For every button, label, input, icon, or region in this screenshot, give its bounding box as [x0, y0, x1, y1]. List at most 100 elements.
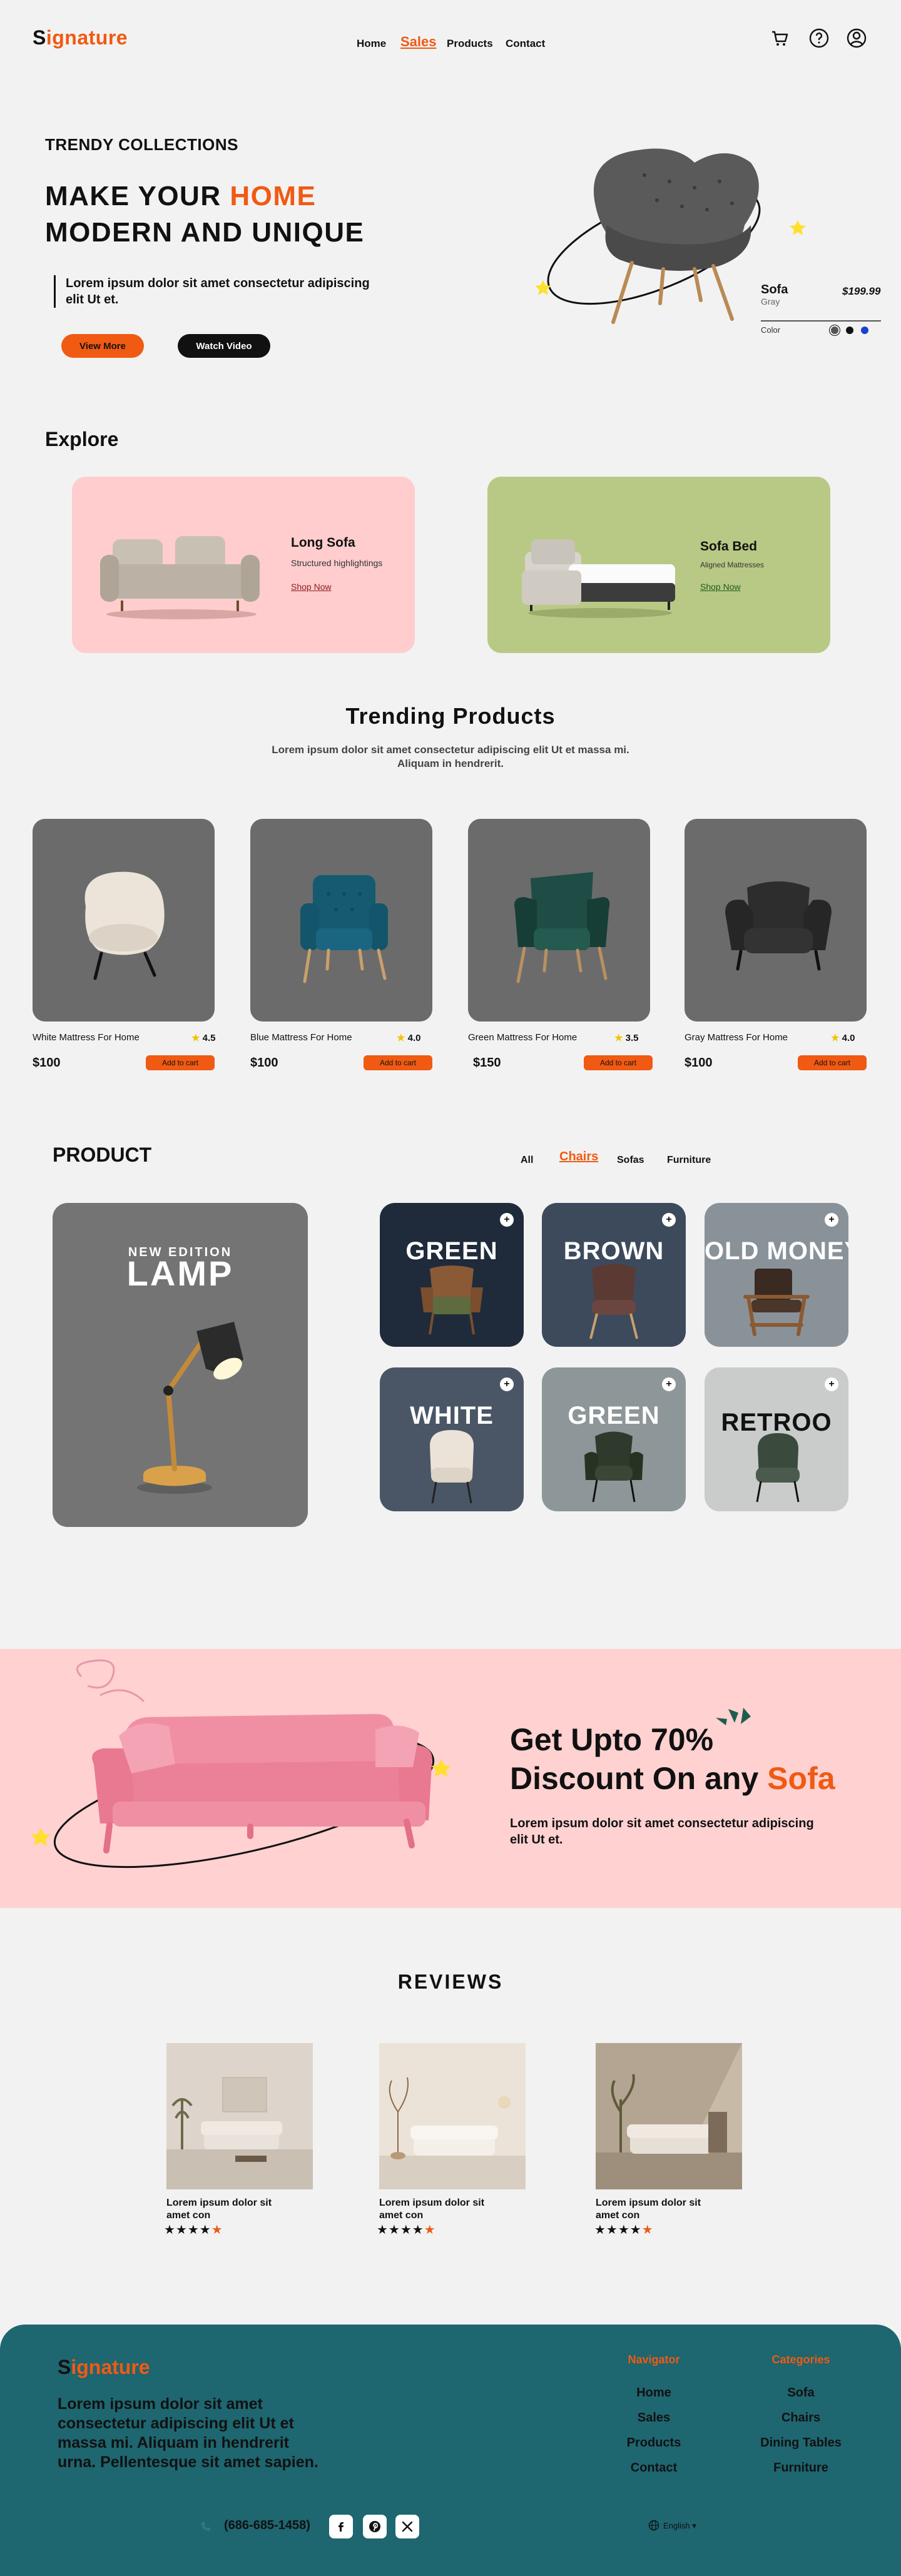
- add-to-cart-button[interactable]: Add to cart: [364, 1055, 432, 1070]
- add-icon[interactable]: +: [500, 1377, 514, 1391]
- feature-name: LAMP: [126, 1254, 234, 1293]
- explore-card-subtitle: Aligned Mattresses: [700, 560, 765, 569]
- logo-text: ignature: [71, 2356, 150, 2378]
- tab-furniture[interactable]: Furniture: [667, 1155, 711, 1166]
- logo[interactable]: Signature: [33, 26, 128, 49]
- review-text: Lorem ipsum dolor sit amet con: [166, 2198, 272, 2221]
- x-icon[interactable]: [395, 2515, 419, 2538]
- product-rating: ★ 4.0: [397, 1032, 420, 1043]
- footer-link-products[interactable]: Products: [613, 2436, 695, 2450]
- language-selector[interactable]: English ▾: [663, 2521, 696, 2531]
- long-sofa-image: [100, 536, 260, 619]
- add-icon[interactable]: +: [825, 1213, 838, 1227]
- chair-image: [584, 1431, 643, 1503]
- color-swatch-gray[interactable]: [831, 327, 838, 334]
- promo-title-line2: Discount On any: [510, 1761, 768, 1796]
- nav-contact[interactable]: Contact: [506, 38, 545, 50]
- product-name: Green Mattress For Home: [468, 1032, 578, 1043]
- tab-all[interactable]: All: [521, 1155, 533, 1166]
- add-to-cart-button[interactable]: Add to cart: [798, 1055, 867, 1070]
- sofa-bed-image: [522, 539, 675, 618]
- promo-description: Lorem ipsum dolor sit amet consectetur a…: [510, 1817, 814, 1847]
- rating-value: 3.5: [625, 1033, 639, 1043]
- color-swatch-black[interactable]: [846, 327, 853, 334]
- product-tile[interactable]: RETROO +: [705, 1367, 848, 1511]
- hero-kicker: TRENDY COLLECTIONS: [45, 135, 238, 154]
- white-chair-image: [84, 871, 165, 980]
- explore-card-sofa-bed[interactable]: Sofa Bed Aligned Mattresses Shop Now: [487, 477, 830, 653]
- nav-home[interactable]: Home: [357, 38, 386, 50]
- product-tile[interactable]: OLD MONEY +: [705, 1203, 848, 1347]
- chair-image: [756, 1433, 800, 1503]
- footer-link-home[interactable]: Home: [613, 2386, 695, 2400]
- star-icon: ★★★★: [377, 2223, 424, 2237]
- color-swatch-blue[interactable]: [861, 327, 868, 334]
- product-tile-label: WHITE: [410, 1402, 494, 1429]
- shop-now-link[interactable]: Shop Now: [291, 582, 332, 592]
- nav-sales[interactable]: Sales: [400, 34, 437, 50]
- product-tile[interactable]: WHITE +: [380, 1367, 524, 1511]
- product-tile[interactable]: GREEN +: [380, 1203, 524, 1347]
- add-icon[interactable]: +: [825, 1377, 838, 1391]
- add-icon[interactable]: +: [662, 1377, 676, 1391]
- facebook-icon[interactable]: [329, 2515, 353, 2538]
- pinterest-icon[interactable]: [363, 2515, 387, 2538]
- hero-title-line2: MODERN AND UNIQUE: [45, 217, 365, 248]
- star-icon: ★: [397, 1033, 405, 1043]
- footer-link-dining-tables[interactable]: Dining Tables: [751, 2436, 851, 2450]
- hero-product-price: $199.99: [842, 285, 881, 297]
- watch-video-button[interactable]: Watch Video: [178, 334, 270, 358]
- footer-phone: (686-685-1458): [224, 2518, 310, 2532]
- featured-lamp-card[interactable]: NEW EDITION LAMP: [53, 1203, 308, 1527]
- star-icon: ★★★★: [594, 2223, 642, 2237]
- account-icon[interactable]: [846, 28, 867, 49]
- hero-title: MAKE YOUR HOME MODERN AND UNIQUE: [45, 178, 364, 251]
- product-tile-label: BROWN: [563, 1237, 664, 1265]
- add-to-cart-button[interactable]: Add to cart: [146, 1055, 215, 1070]
- chair-image: [743, 1269, 810, 1336]
- product-card[interactable]: [33, 819, 215, 1022]
- divider: [761, 320, 881, 322]
- lamp-image: [137, 1322, 243, 1494]
- review-stars: ★★★★★: [594, 2222, 654, 2238]
- help-icon[interactable]: [808, 28, 830, 49]
- product-tile-label: OLD MONEY: [705, 1237, 848, 1265]
- product-tile-label: GREEN: [405, 1237, 498, 1265]
- promo-title-highlight: Sofa: [767, 1761, 835, 1796]
- tab-sofas[interactable]: Sofas: [617, 1155, 644, 1166]
- footer-logo[interactable]: Signature: [58, 2356, 150, 2379]
- product-card[interactable]: [468, 819, 650, 1022]
- add-icon[interactable]: +: [662, 1213, 676, 1227]
- footer-link-sales[interactable]: Sales: [613, 2411, 695, 2425]
- footer-link-chairs[interactable]: Chairs: [751, 2411, 851, 2425]
- shop-now-link[interactable]: Shop Now: [700, 582, 741, 592]
- trending-title: Trending Products: [345, 703, 556, 729]
- chair-image: [589, 1264, 638, 1339]
- star-icon: ★: [641, 2223, 654, 2237]
- footer-link-contact[interactable]: Contact: [613, 2461, 695, 2475]
- nav-products[interactable]: Products: [447, 38, 493, 50]
- add-to-cart-button[interactable]: Add to cart: [584, 1055, 653, 1070]
- explore-card-long-sofa[interactable]: Long Sofa Structured highlightings Shop …: [72, 477, 415, 653]
- review-text: Lorem ipsum dolor sit amet con: [596, 2198, 701, 2221]
- gray-chair-image: [725, 881, 832, 971]
- footer-categories-title: Categories: [771, 2353, 830, 2366]
- footer-description: Lorem ipsum dolor sit amet consectetur a…: [58, 2395, 318, 2471]
- tab-chairs[interactable]: Chairs: [559, 1150, 598, 1164]
- trending-description: Lorem ipsum dolor sit amet consectetur a…: [272, 744, 629, 769]
- star-icon: ★★★★: [164, 2223, 211, 2237]
- product-tile[interactable]: BROWN +: [542, 1203, 686, 1347]
- footer-link-sofa[interactable]: Sofa: [751, 2386, 851, 2400]
- product-card[interactable]: [250, 819, 432, 1022]
- view-more-button[interactable]: View More: [61, 334, 144, 358]
- promo-title-line1: Get Upto 70%: [510, 1722, 714, 1757]
- color-label: Color: [761, 325, 781, 335]
- add-icon[interactable]: +: [500, 1213, 514, 1227]
- language-label: English: [663, 2521, 690, 2530]
- explore-card-name: Long Sofa: [291, 535, 355, 550]
- product-tile[interactable]: GREEN +: [542, 1367, 686, 1511]
- footer-link-furniture[interactable]: Furniture: [751, 2461, 851, 2475]
- cart-icon[interactable]: [770, 28, 791, 49]
- product-rating: ★ 3.5: [614, 1032, 638, 1043]
- product-card[interactable]: [685, 819, 867, 1022]
